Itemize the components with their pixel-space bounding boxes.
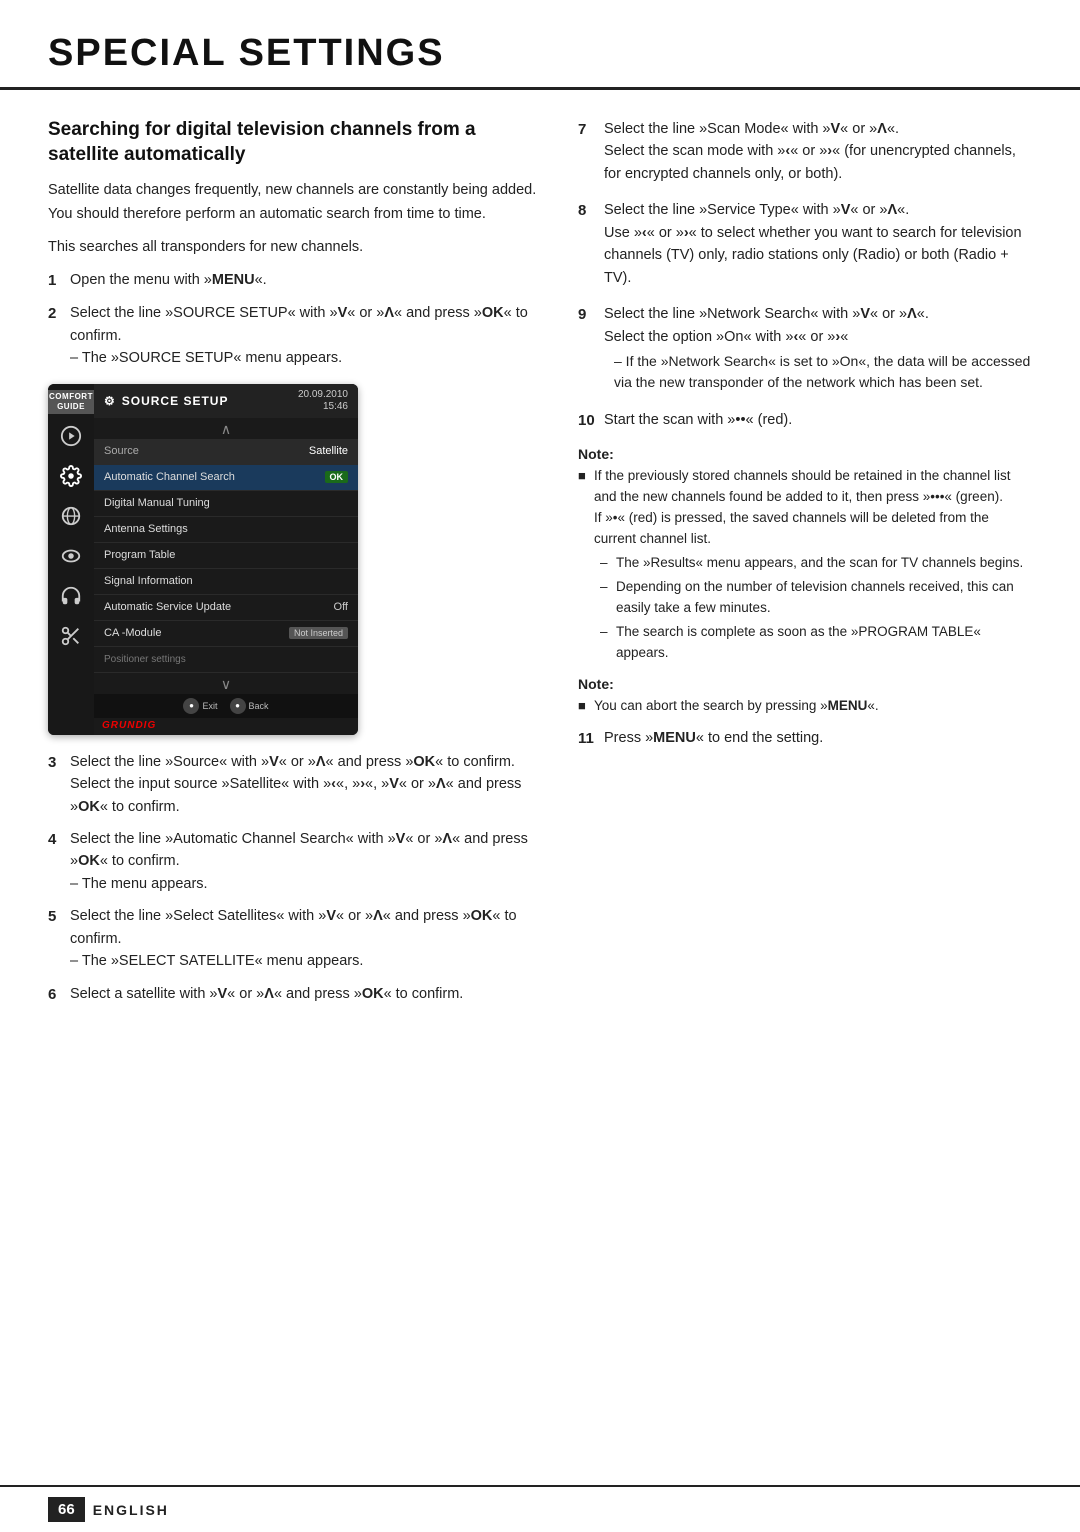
note-block-1: Note: ■ If the previously stored channel… — [578, 446, 1032, 663]
sidebar-icon-satellite — [53, 498, 89, 534]
sidebar-icon-tools — [53, 618, 89, 654]
sub-bullet-3: – The search is complete as soon as the … — [594, 622, 1032, 664]
footer-language: ENGLISH — [93, 1502, 169, 1518]
step-7: 7 Select the line »Scan Mode« with »V« o… — [578, 118, 1032, 185]
tv-scroll-up: ∧ — [94, 418, 358, 439]
step-1: 1 Open the menu with »MENU«. — [48, 269, 538, 292]
right-steps-list: 7 Select the line »Scan Mode« with »V« o… — [578, 118, 1032, 432]
step-2: 2 Select the line »SOURCE SETUP« with »V… — [48, 302, 538, 369]
tv-menu-item-auto-service: Automatic Service Update Off — [94, 595, 358, 621]
step-8: 8 Select the line »Service Type« with »V… — [578, 199, 1032, 289]
step-10: 10 Start the scan with »••« (red). — [578, 409, 1032, 432]
note-list-2: ■ You can abort the search by pressing »… — [578, 696, 1032, 717]
sub-bullet-1: – The »Results« menu appears, and the sc… — [594, 553, 1032, 574]
tv-screen: COMFORTGUIDE — [48, 384, 358, 735]
tv-menu-item-positioner: Positioner settings — [94, 647, 358, 673]
step-5: 5 Select the line »Select Satellites« wi… — [48, 905, 538, 972]
tv-brand-logo: GRUNDIG — [94, 718, 358, 735]
intro-text-2: This searches all transponders for new c… — [48, 236, 538, 259]
left-column: Searching for digital television channel… — [48, 118, 538, 1457]
left-steps-list: 1 Open the menu with »MENU«. 2 Select th… — [48, 269, 538, 370]
tv-bottom-bar: ● Exit ● Back — [94, 694, 358, 718]
step-4: 4 Select the line »Automatic Channel Sea… — [48, 828, 538, 895]
section-heading: Searching for digital television channel… — [48, 118, 538, 167]
step-11: 11 Press »MENU« to end the setting. — [578, 727, 1032, 750]
note-list-1: ■ If the previously stored channels shou… — [578, 466, 1032, 663]
tv-menu-item-digital-manual: Digital Manual Tuning — [94, 491, 358, 517]
tv-back-btn: ● Back — [230, 698, 269, 714]
page-header: SPECIAL SETTINGS — [0, 0, 1080, 90]
sidebar-icon-broadcast — [53, 418, 89, 454]
tv-exit-icon: ● — [183, 698, 199, 714]
tv-source-row: Source Satellite — [94, 439, 358, 465]
page-footer: 66 ENGLISH — [0, 1485, 1080, 1532]
footer-page-number: 66 — [48, 1497, 85, 1522]
tv-menu-item-auto-channel: Automatic Channel Search OK — [94, 465, 358, 491]
tv-exit-btn: ● Exit — [183, 698, 217, 714]
tv-datetime: 20.09.2010 15:46 — [298, 389, 348, 413]
step-9-sub: – If the »Network Search« is set to »On«… — [604, 351, 1032, 393]
sub-bullet-2: – Depending on the number of television … — [594, 577, 1032, 619]
tv-back-icon: ● — [230, 698, 246, 714]
note-title-2: Note: — [578, 676, 1032, 692]
comfort-guide-badge: COMFORTGUIDE — [48, 390, 97, 415]
note-item-1: ■ If the previously stored channels shou… — [578, 466, 1032, 663]
tv-menu-item-antenna: Antenna Settings — [94, 517, 358, 543]
step-9: 9 Select the line »Network Search« with … — [578, 303, 1032, 395]
tv-scroll-down: ∨ — [94, 673, 358, 694]
tv-sidebar: COMFORTGUIDE — [48, 384, 94, 735]
sidebar-icon-eye — [53, 538, 89, 574]
note-block-2: Note: ■ You can abort the search by pres… — [578, 676, 1032, 717]
tv-main-content: ⚙ SOURCE SETUP 20.09.2010 15:46 ∧ Source — [94, 384, 358, 735]
intro-text-1: Satellite data changes frequently, new c… — [48, 179, 538, 225]
page: SPECIAL SETTINGS Searching for digital t… — [0, 0, 1080, 1532]
right-column: 7 Select the line »Scan Mode« with »V« o… — [578, 118, 1032, 1457]
tv-menu-item-signal-info: Signal Information — [94, 569, 358, 595]
sidebar-icon-audio — [53, 578, 89, 614]
step-6: 6 Select a satellite with »V« or »Λ« and… — [48, 983, 538, 1006]
sidebar-icon-settings — [53, 458, 89, 494]
left-steps-list-2: 3 Select the line »Source« with »V« or »… — [48, 751, 538, 1006]
note-title-1: Note: — [578, 446, 1032, 462]
content-area: Searching for digital television channel… — [0, 90, 1080, 1485]
note-item-2: ■ You can abort the search by pressing »… — [578, 696, 1032, 717]
tv-menu-item-program-table: Program Table — [94, 543, 358, 569]
step-3: 3 Select the line »Source« with »V« or »… — [48, 751, 538, 818]
page-title: SPECIAL SETTINGS — [48, 32, 1032, 87]
right-steps-list-2: 11 Press »MENU« to end the setting. — [578, 727, 1032, 750]
tv-menu-title: ⚙ SOURCE SETUP — [104, 394, 228, 408]
tv-menu-item-ca-module: CA -Module Not Inserted — [94, 621, 358, 647]
tv-topbar: ⚙ SOURCE SETUP 20.09.2010 15:46 — [94, 384, 358, 418]
